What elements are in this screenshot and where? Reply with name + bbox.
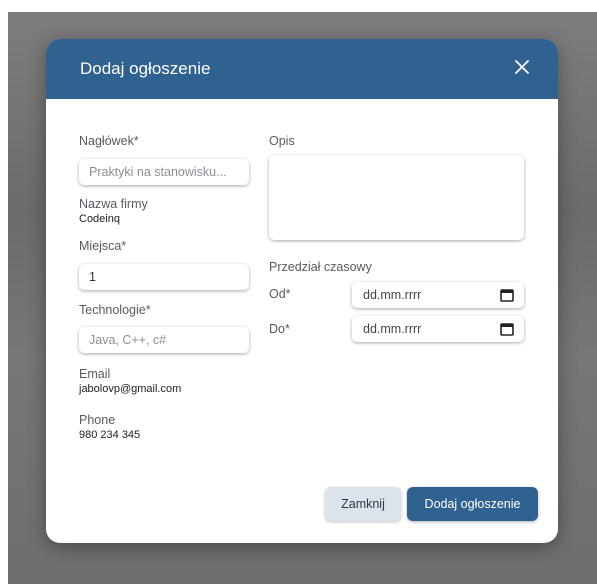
close-modal-button[interactable]: Zamknij xyxy=(325,487,401,521)
headline-input[interactable]: Praktyki na stanowisku... xyxy=(79,159,249,185)
period-label: Przedział czasowy xyxy=(269,260,372,274)
phone-value: 980 234 345 xyxy=(79,429,141,441)
seats-value: 1 xyxy=(89,270,96,284)
add-listing-modal: Dodaj ogłoszenie Nagłówek* Praktyki na s… xyxy=(46,39,558,543)
email-label: Email xyxy=(79,367,111,381)
to-date-value: dd.mm.rrrr xyxy=(363,322,422,336)
email-value: jabolovp@gmail.com xyxy=(79,383,182,395)
calendar-icon[interactable] xyxy=(500,288,514,302)
headline-placeholder: Praktyki na stanowisku... xyxy=(89,165,227,179)
from-date-label: Od* xyxy=(269,287,291,301)
submit-listing-button[interactable]: Dodaj ogłoszenie xyxy=(407,487,538,521)
modal-title: Dodaj ogłoszenie xyxy=(80,59,211,78)
from-date-value: dd.mm.rrrr xyxy=(363,288,422,302)
close-icon xyxy=(515,60,529,74)
company-value: Codeinq xyxy=(79,213,120,225)
technologies-input[interactable]: Java, C++, c# xyxy=(79,327,249,353)
seats-label: Miejsca* xyxy=(79,239,127,253)
calendar-icon[interactable] xyxy=(500,322,514,336)
from-date-input[interactable]: dd.mm.rrrr xyxy=(352,282,524,308)
description-label: Opis xyxy=(269,134,295,148)
description-textarea[interactable] xyxy=(269,155,524,240)
seats-input[interactable]: 1 xyxy=(79,264,249,290)
modal-header: Dodaj ogłoszenie xyxy=(46,39,558,99)
technologies-placeholder: Java, C++, c# xyxy=(89,333,167,347)
phone-label: Phone xyxy=(79,413,116,427)
to-date-label: Do* xyxy=(269,322,290,336)
technologies-label: Technologie* xyxy=(79,303,151,317)
headline-label: Nagłówek* xyxy=(79,134,139,148)
to-date-input[interactable]: dd.mm.rrrr xyxy=(352,316,524,342)
close-button[interactable] xyxy=(510,55,534,79)
company-label: Nazwa firmy xyxy=(79,197,148,211)
